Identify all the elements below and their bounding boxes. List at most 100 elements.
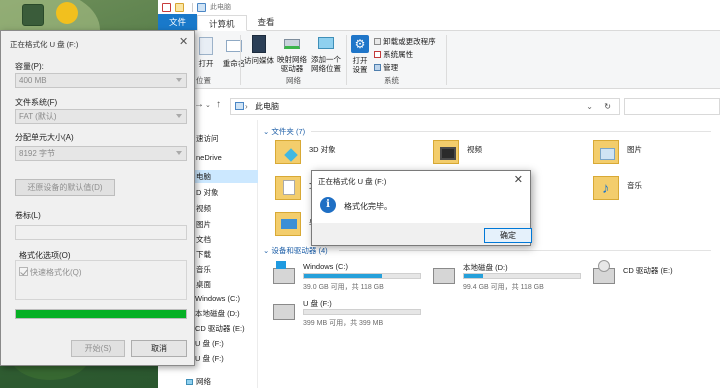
open-settings-button[interactable]: ⚙ 打开 设置 (348, 35, 372, 74)
folder-videos[interactable]: 视频 (433, 140, 573, 170)
quick-format-checkbox[interactable]: 快速格式化(Q) (19, 267, 82, 278)
new-folder-icon[interactable] (175, 2, 184, 12)
location-group-label: 位置 (196, 76, 211, 85)
sidebar-item-label: neDrive (196, 153, 222, 162)
volume-label-input[interactable] (15, 225, 187, 240)
sidebar-item-network[interactable]: 网络 (158, 375, 258, 388)
capacity-select[interactable]: 400 MB (15, 73, 187, 88)
checklist-icon (374, 51, 381, 58)
pc-icon (235, 102, 244, 110)
divider (339, 250, 711, 251)
start-button[interactable]: 开始(S) (71, 340, 125, 357)
explorer-titlebar: 此电脑 (158, 0, 720, 14)
manage-icon (374, 64, 381, 71)
drive-cd-e[interactable]: CD 驱动器 (E:) (593, 260, 720, 298)
system-properties-button[interactable]: 系统属性 (374, 50, 413, 59)
sidebar-item-label: 网络 (196, 377, 211, 386)
tab-view[interactable]: 查看 (247, 14, 286, 30)
cd-drive-icon (593, 260, 615, 284)
add-network-location-button[interactable]: 添加一个 网络位置 (310, 35, 342, 73)
open-button[interactable]: 打开 (196, 37, 216, 68)
windows-drive-icon (273, 261, 295, 284)
drives-header-label: 设备和驱动器 (4) (271, 246, 328, 255)
filesystem-select[interactable]: FAT (默认) (15, 109, 187, 124)
folder-music[interactable]: ♪ 音乐 (593, 176, 720, 206)
open-settings-label: 打开 设置 (352, 56, 368, 74)
map-network-drive-label: 映射网络 驱动器 (277, 55, 307, 73)
drive-local-d[interactable]: 本地磁盘 (D:) 99.4 GB 可用，共 118 GB (433, 262, 593, 298)
address-bar-row: → ⌄ ↑ › 此电脑 ⌄ ↻ (158, 90, 720, 120)
sidebar-item-label: 文档 (196, 235, 211, 244)
chevron-down-icon[interactable]: ⌄ (205, 101, 211, 109)
sidebar-item-label: U 盘 (F:) (195, 339, 224, 348)
network-drive-icon (284, 39, 300, 49)
sidebar-item-label: D 对象 (196, 188, 219, 197)
drive-info: 99.4 GB 可用，共 118 GB (463, 284, 544, 291)
address-field[interactable]: › 此电脑 ⌄ ↻ (230, 98, 620, 115)
open-icon (199, 37, 213, 55)
videos-folder-icon (433, 140, 459, 164)
breadcrumb-separator-icon: › (245, 102, 248, 111)
gear-icon: ⚙ (351, 35, 369, 53)
refresh-icon[interactable]: ↻ (604, 99, 611, 114)
folder-name: 图片 (627, 145, 642, 154)
ribbon-separator (346, 35, 347, 85)
sidebar-item-label: 速访问 (196, 134, 219, 143)
system-properties-label: 系统属性 (383, 50, 414, 59)
uninstall-program-button[interactable]: 卸载或更改程序 (374, 37, 436, 46)
folder-name: 3D 对象 (309, 145, 336, 154)
3d-objects-icon (275, 140, 301, 164)
desktop-app-icon[interactable] (56, 2, 78, 24)
search-input[interactable] (624, 98, 720, 115)
desktop-shortcut-icon[interactable] (22, 4, 44, 26)
sidebar-item-label: 本地磁盘 (D:) (195, 309, 240, 318)
up-arrow-icon[interactable]: ↑ (216, 99, 221, 110)
sidebar-item-label: 电脑 (196, 172, 211, 181)
map-network-drive-button[interactable]: 映射网络 驱动器 (276, 35, 308, 73)
drive-name: Windows (C:) (303, 262, 349, 271)
tab-computer[interactable]: 计算机 (197, 15, 247, 31)
chevron-down-icon[interactable]: ⌄ (586, 99, 593, 114)
system-group-label: 系统 (384, 76, 399, 85)
messagebox-title: 正在格式化 U 盘 (F:) (318, 177, 387, 186)
sidebar-item-label: 音乐 (196, 265, 211, 274)
allocation-size-select[interactable]: 8192 字节 (15, 146, 187, 161)
close-icon[interactable]: ✕ (179, 35, 188, 48)
drive-usage-bar (303, 309, 421, 315)
pc-icon (197, 2, 206, 12)
music-folder-icon: ♪ (593, 176, 619, 200)
close-icon[interactable]: ✕ (514, 173, 523, 186)
breadcrumb: 此电脑 (255, 102, 279, 111)
manage-button[interactable]: 管理 (374, 63, 398, 72)
cancel-button[interactable]: 取消 (131, 340, 187, 357)
drives-section-header[interactable]: ⌄ 设备和驱动器 (4) (263, 245, 328, 256)
restore-defaults-button[interactable]: 还原设备的默认值(D) (15, 179, 115, 196)
messagebox-text: 格式化完毕。 (344, 202, 392, 211)
ok-button[interactable]: 确定 (484, 228, 532, 243)
tab-file[interactable]: 文件 (158, 14, 198, 30)
info-icon: i (320, 197, 336, 213)
folder-name: 音乐 (627, 181, 642, 190)
titlebar-separator (192, 2, 193, 12)
drive-name: 本地磁盘 (D:) (463, 263, 508, 272)
access-media-label: 访问媒体 (244, 56, 274, 65)
manage-label: 管理 (383, 63, 399, 72)
content-pane: ⌄ 文件夹 (7) 3D 对象 视频 图片 文 ♪ 音乐 桌 ⌄ 设备和驱动器 (259, 120, 720, 388)
format-progress-bar (15, 309, 187, 319)
folder-3d-objects[interactable]: 3D 对象 (275, 140, 415, 170)
forward-icon[interactable]: → (194, 99, 204, 110)
volume-label-label: 卷标(L) (15, 211, 41, 220)
properties-icon[interactable] (162, 2, 171, 12)
folder-pictures[interactable]: 图片 (593, 140, 720, 170)
drive-windows-c[interactable]: Windows (C:) 39.0 GB 可用，共 118 GB (273, 261, 433, 298)
ribbon-separator (240, 35, 241, 85)
access-media-button[interactable]: 访问媒体 (244, 35, 274, 65)
drive-info: 399 MB 可用，共 399 MB (303, 320, 384, 327)
drive-usage-bar (463, 273, 581, 279)
network-location-icon (318, 37, 334, 49)
sidebar-item-label: 图片 (196, 220, 211, 229)
drive-usb-f[interactable]: U 盘 (F:) 399 MB 可用，共 399 MB (273, 298, 433, 334)
folders-section-header[interactable]: ⌄ 文件夹 (7) (263, 126, 305, 137)
sidebar-item-label: 视频 (196, 204, 211, 213)
format-progress-fill (16, 310, 186, 318)
